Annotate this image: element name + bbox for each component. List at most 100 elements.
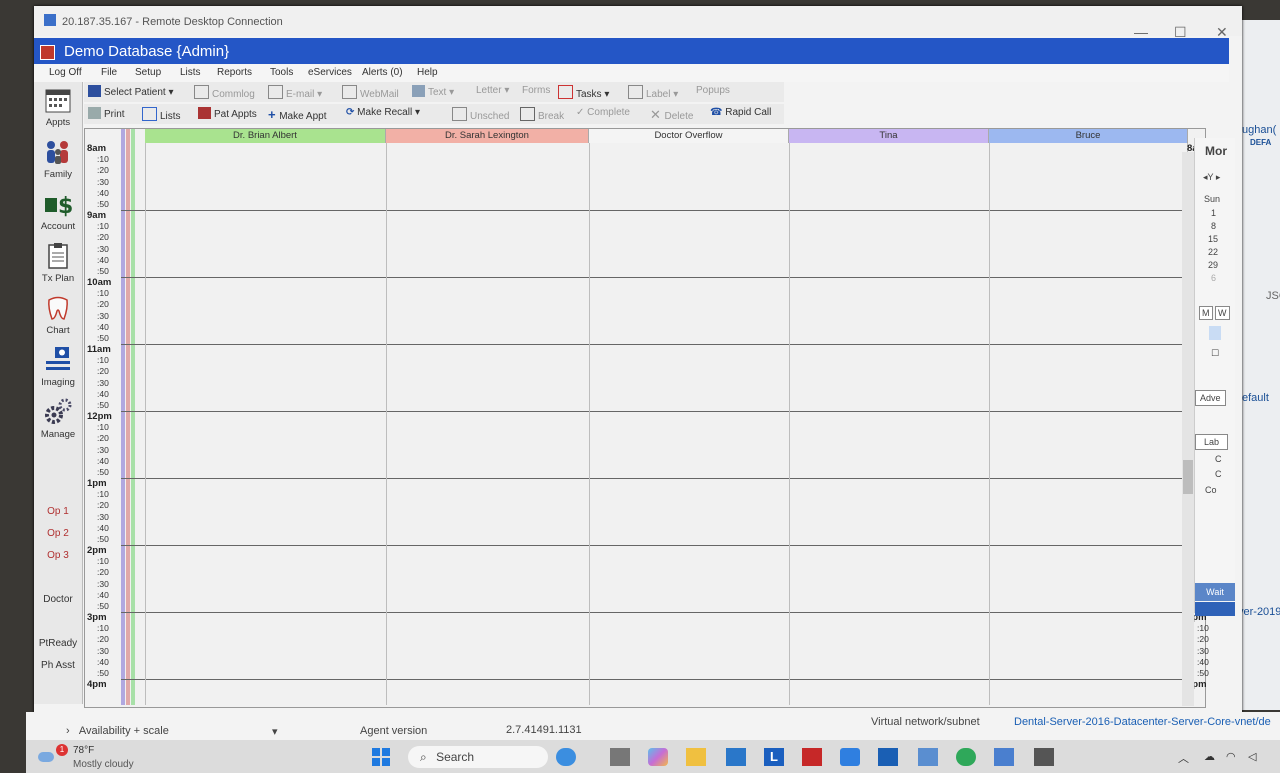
commlog-button[interactable]: Commlog — [194, 85, 255, 100]
volume-icon[interactable]: ◁ — [1248, 750, 1256, 763]
delete-button[interactable]: ✕ Delete — [650, 107, 693, 123]
nav-appts[interactable]: Appts — [34, 84, 82, 136]
text-button[interactable]: Text ▾ — [412, 85, 454, 98]
webmail-button[interactable]: WebMail — [342, 85, 399, 100]
minute-label: :30 — [97, 578, 109, 589]
lab-button[interactable]: Lab — [1195, 434, 1229, 450]
op-button-op3[interactable]: Op 3 — [36, 550, 80, 561]
shield-icon[interactable] — [802, 748, 822, 766]
forms-button[interactable]: Forms — [522, 85, 550, 96]
l-app-icon[interactable]: L — [764, 748, 784, 766]
minute-label: :50 — [97, 198, 109, 209]
start-icon[interactable] — [371, 748, 391, 766]
tasks-button[interactable]: Tasks ▾ — [558, 85, 609, 100]
chevron-down-icon[interactable]: ▾ — [272, 725, 278, 738]
nav-family[interactable]: Family — [34, 136, 82, 188]
calendar-date[interactable]: 1 — [1211, 208, 1216, 218]
calendar-date[interactable]: 15 — [1208, 234, 1218, 244]
complete-button[interactable]: ✓ Complete — [576, 107, 630, 118]
minute-label: :50 — [97, 265, 109, 276]
scrollbar-thumb[interactable] — [1183, 460, 1193, 494]
gears-icon — [45, 398, 72, 424]
pat-appts-button[interactable]: Pat Appts — [198, 107, 257, 120]
calendar-date[interactable]: 29 — [1208, 260, 1218, 270]
rapid-call-button[interactable]: ☎ Rapid Call — [710, 107, 771, 118]
menu-help[interactable]: Help — [417, 67, 438, 78]
notepad-icon[interactable] — [918, 748, 938, 766]
app-icon[interactable] — [840, 748, 860, 766]
popups-button[interactable]: Popups — [696, 85, 730, 96]
taskbar-search[interactable]: ⌕ Search — [408, 746, 548, 768]
waiting-room-tab[interactable]: Wait — [1195, 583, 1235, 601]
hour-label: 4pm — [87, 679, 107, 690]
view-month-button[interactable]: M — [1199, 306, 1213, 320]
menu-file[interactable]: File — [101, 67, 117, 78]
nav-tx-plan[interactable]: Tx Plan — [34, 240, 82, 292]
letter-button[interactable]: Letter ▾ — [476, 85, 509, 96]
vnet-link[interactable]: Dental-Server-2016-Datacenter-Server-Cor… — [1014, 716, 1271, 728]
make-recall-button[interactable]: ⟳ Make Recall ▾ — [346, 107, 420, 118]
cloud-sync-icon[interactable]: ☁ — [1204, 750, 1215, 763]
wifi-icon[interactable]: ◠ — [1226, 750, 1236, 763]
clipboard-icon — [48, 243, 68, 269]
label-button[interactable]: Label ▾ — [628, 85, 678, 100]
rdp-window: 20.187.35.167 - Remote Desktop Connectio… — [34, 6, 1242, 714]
nav-account[interactable]: $ Account — [34, 188, 82, 240]
op-button-ph-asst[interactable]: Ph Asst — [36, 660, 80, 671]
minute-label: :20 — [97, 232, 109, 243]
calendar-date[interactable]: 6 — [1211, 273, 1216, 283]
menu-log-off[interactable]: Log Off — [49, 67, 82, 78]
app-titlebar: Demo Database {Admin} — [34, 38, 1229, 66]
chevron-up-icon[interactable]: ︿ — [1178, 750, 1189, 766]
terminal-icon[interactable] — [1034, 748, 1054, 766]
calendar-date[interactable]: 22 — [1208, 247, 1218, 257]
op-button-op1[interactable]: Op 1 — [36, 506, 80, 517]
menu-tools[interactable]: Tools — [270, 67, 293, 78]
break-button[interactable]: Break — [520, 107, 564, 122]
menu-reports[interactable]: Reports — [217, 67, 252, 78]
hour-label: 3pm — [87, 612, 107, 623]
minute-label: :20 — [97, 165, 109, 176]
copilot-icon[interactable] — [648, 748, 668, 766]
calendar-date[interactable]: 8 — [1211, 221, 1216, 231]
checkbox-fragment[interactable]: ☐ — [1211, 348, 1219, 359]
app-icon[interactable] — [610, 748, 630, 766]
outlook-icon[interactable] — [878, 748, 898, 766]
widget-app-icon[interactable] — [556, 748, 576, 766]
op-button-doctor[interactable]: Doctor — [36, 594, 80, 605]
store-icon[interactable] — [726, 748, 746, 766]
select-patient-button[interactable]: Select Patient ▾ — [88, 85, 174, 98]
phone-icon: ☎ — [710, 107, 726, 118]
nav-chart[interactable]: Chart — [34, 292, 82, 344]
view-week-button[interactable]: W — [1215, 306, 1230, 320]
menu-setup[interactable]: Setup — [135, 67, 161, 78]
email-button[interactable]: E-mail ▾ — [268, 85, 322, 100]
calendar-nav[interactable]: ◂Y ▸ — [1203, 172, 1220, 183]
op-button-ptready[interactable]: PtReady — [36, 638, 80, 649]
lists-button[interactable]: Lists — [142, 107, 181, 122]
make-appt-button[interactable]: + Make Appt — [268, 107, 326, 122]
availability-toggle[interactable]: › Availability + scale — [66, 725, 169, 737]
hour-gridline — [121, 679, 1185, 680]
edge-icon[interactable] — [956, 748, 976, 766]
unsched-button[interactable]: Unsched — [452, 107, 509, 122]
vnet-label: Virtual network/subnet — [871, 716, 980, 728]
appointment-schedule[interactable]: Dr. Brian Albert Dr. Sarah Lexington Doc… — [84, 128, 1212, 708]
schedule-scrollbar[interactable] — [1182, 152, 1194, 706]
menu-lists[interactable]: Lists — [180, 67, 201, 78]
menu-eservices[interactable]: eServices — [308, 67, 352, 78]
remote-desktop-icon[interactable] — [994, 748, 1014, 766]
folder-icon[interactable] — [686, 748, 706, 766]
advanced-button[interactable]: Adve — [1195, 390, 1226, 406]
minute-label: :20 — [97, 366, 109, 377]
print-button[interactable]: Print — [88, 107, 125, 120]
menu-alerts[interactable]: Alerts (0) — [362, 67, 403, 78]
nav-imaging[interactable]: Imaging — [34, 344, 82, 396]
nav-manage[interactable]: Manage — [34, 396, 82, 448]
minute-label: :10 — [97, 623, 109, 634]
op-button-op2[interactable]: Op 2 — [36, 528, 80, 539]
minute-label: :50 — [97, 533, 109, 544]
weather-widget[interactable]: 1 78°F Mostly cloudy — [34, 744, 154, 772]
button-label: Make Appt — [279, 111, 327, 122]
minute-label: :40 — [97, 388, 109, 399]
